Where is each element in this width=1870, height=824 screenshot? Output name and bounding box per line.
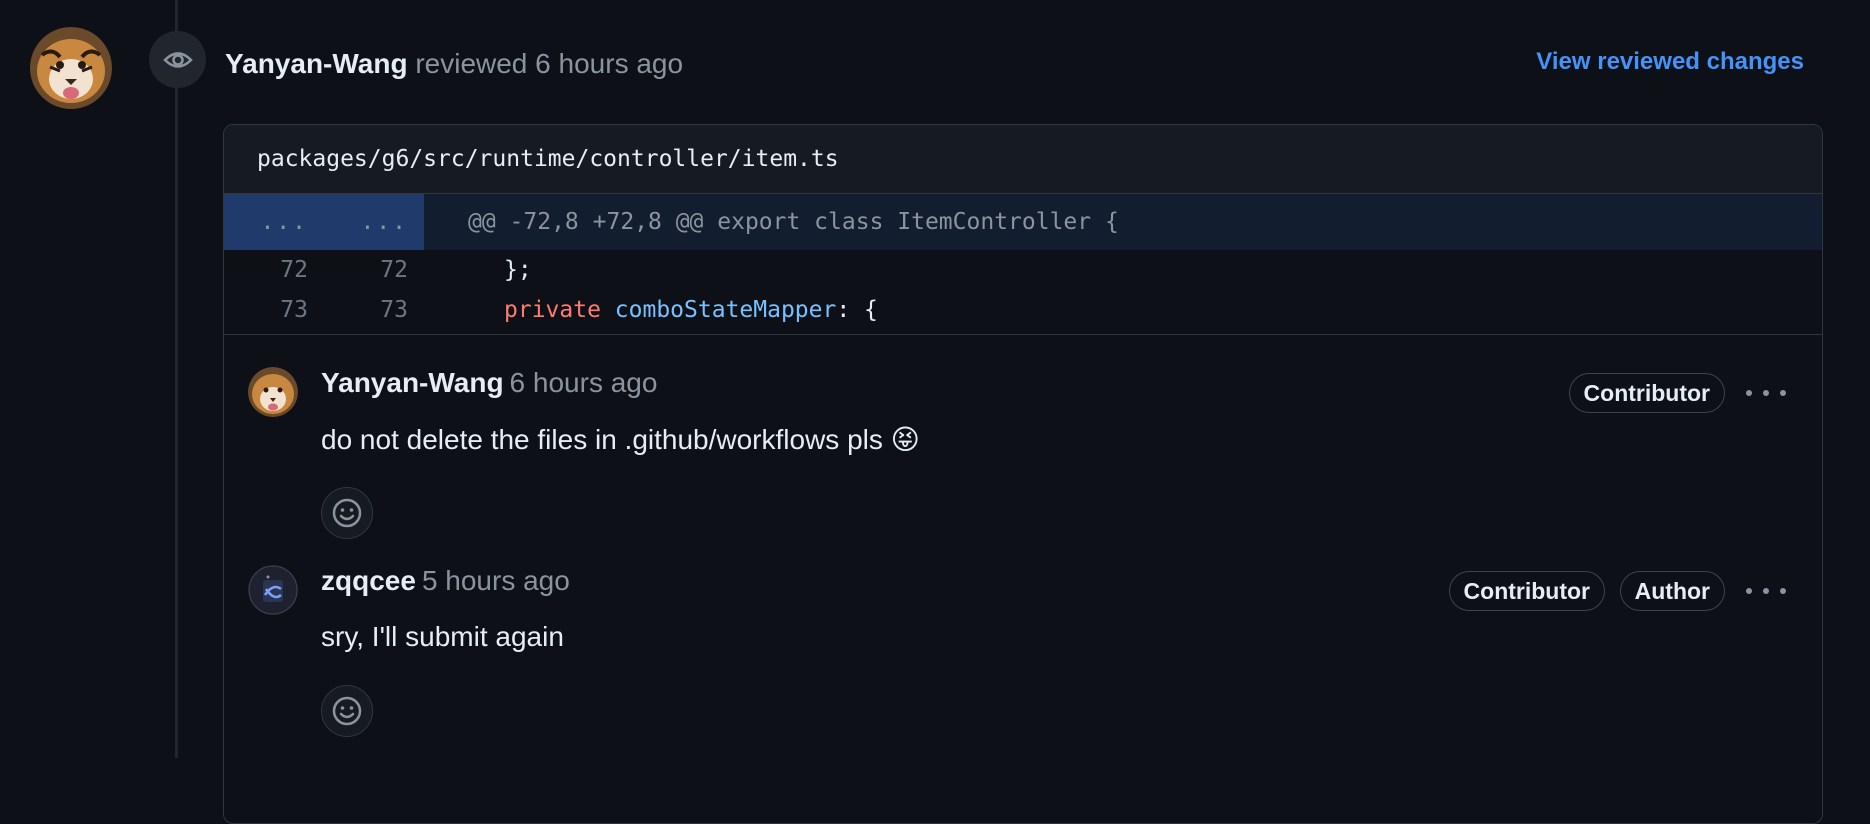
code-identifier: comboStateMapper [614, 297, 837, 323]
view-reviewed-changes-link[interactable]: View reviewed changes [1536, 48, 1804, 76]
hunk-left-num: ... [260, 209, 308, 235]
review-time[interactable]: 6 hours ago [535, 48, 683, 79]
comment-author-link[interactable]: Yanyan-Wang [321, 367, 504, 398]
author-badge: Author [1619, 571, 1725, 611]
code-line: private comboStateMapper: { [424, 297, 878, 323]
hunk-row: ... ... @@ -72,8 +72,8 @@ export class I… [224, 194, 1822, 250]
line-num-right[interactable]: 72 [324, 257, 424, 283]
diff-line: 73 73 private comboStateMapper: { [224, 290, 1822, 330]
comment-time[interactable]: 6 hours ago [510, 367, 658, 398]
avatar[interactable] [248, 367, 298, 417]
comment-author-link[interactable]: zqqcee [321, 565, 416, 596]
avatar[interactable] [30, 27, 112, 109]
kebab-icon[interactable] [1746, 581, 1786, 601]
comment-header: zqqcee 5 hours ago [321, 565, 570, 597]
contributor-badge: Contributor [1568, 373, 1725, 413]
comment-header: Yanyan-Wang 6 hours ago [321, 367, 657, 399]
hunk-expand[interactable]: ... ... [224, 194, 424, 250]
review-action: reviewed [415, 48, 528, 79]
add-reaction-button[interactable] [321, 487, 373, 539]
review-comment: zqqcee 5 hours ago Contributor Author sry… [224, 534, 1822, 737]
contributor-badge: Contributor [1448, 571, 1605, 611]
comment-body: sry, I'll submit again [321, 621, 564, 652]
add-reaction-button[interactable] [321, 685, 373, 737]
timeline-line [175, 0, 178, 758]
file-path[interactable]: packages/g6/src/runtime/controller/item.… [224, 125, 1822, 194]
line-num-right[interactable]: 73 [324, 297, 424, 323]
hunk-header: @@ -72,8 +72,8 @@ export class ItemContr… [468, 209, 1119, 235]
smiley-icon [332, 696, 362, 726]
code-line: }; [504, 257, 532, 283]
line-num-left[interactable]: 73 [224, 297, 324, 323]
review-comment: Yanyan-Wang 6 hours ago Contributor do no… [224, 335, 1822, 539]
avatar[interactable] [248, 565, 298, 615]
review-header: Yanyan-Wang reviewed 6 hours ago [225, 46, 683, 82]
review-eye-badge [149, 31, 206, 88]
code-keyword: private [504, 297, 601, 323]
kebab-icon[interactable] [1746, 383, 1786, 403]
hunk-right-num: ... [360, 209, 408, 235]
review-thread-card: packages/g6/src/runtime/controller/item.… [223, 124, 1823, 824]
review-author-link[interactable]: Yanyan-Wang [225, 48, 408, 79]
smiley-icon [332, 498, 362, 528]
eye-icon [162, 51, 193, 68]
comment-time[interactable]: 5 hours ago [422, 565, 570, 596]
diff-snippet: ... ... @@ -72,8 +72,8 @@ export class I… [224, 194, 1822, 330]
code-rest: : { [836, 297, 878, 323]
comment-body: do not delete the files in .github/workf… [321, 424, 920, 455]
line-num-left[interactable]: 72 [224, 257, 324, 283]
diff-line: 72 72 }; [224, 250, 1822, 290]
